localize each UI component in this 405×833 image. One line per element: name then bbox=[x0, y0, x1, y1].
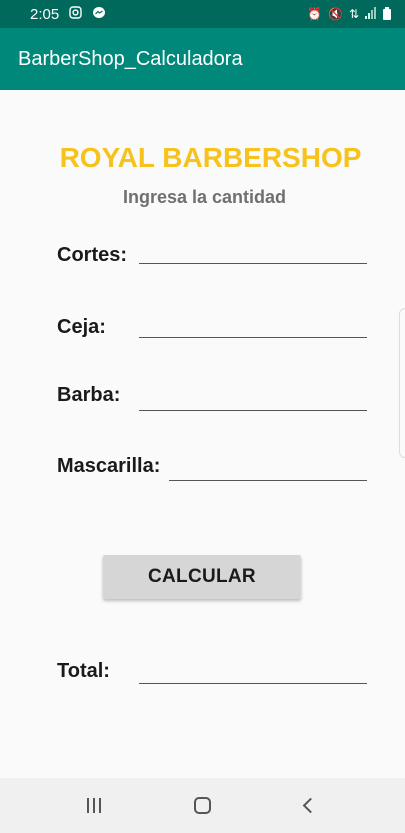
shop-title: ROYAL BARBERSHOP bbox=[59, 142, 362, 173]
instagram-icon bbox=[69, 6, 82, 22]
total-label: Total: bbox=[57, 660, 110, 682]
status-time: 2:05 bbox=[30, 5, 60, 23]
edge-panel-handle[interactable] bbox=[399, 308, 405, 458]
app-bar: BarberShop_Calculadora bbox=[0, 28, 405, 90]
barba-input[interactable] bbox=[139, 385, 367, 411]
barba-label: Barba: bbox=[57, 384, 121, 406]
ceja-label: Ceja: bbox=[57, 316, 106, 338]
total-field bbox=[139, 658, 367, 684]
ceja-input[interactable] bbox=[139, 312, 367, 338]
messenger-icon bbox=[92, 6, 106, 23]
mascarilla-label: Mascarilla: bbox=[57, 455, 161, 477]
app-title: BarberShop_Calculadora bbox=[18, 47, 243, 70]
calcular-button[interactable]: CALCULAR bbox=[103, 555, 301, 599]
alarm-icon: ⏰ bbox=[307, 7, 322, 21]
recents-icon bbox=[74, 798, 114, 813]
back-button[interactable] bbox=[291, 797, 331, 814]
home-icon bbox=[193, 797, 211, 814]
back-icon bbox=[303, 797, 319, 814]
cortes-input[interactable] bbox=[139, 238, 367, 264]
navigation-bar bbox=[0, 778, 405, 833]
signal-icon bbox=[365, 7, 377, 21]
data-icon: ⇅ bbox=[348, 7, 359, 21]
mascarilla-input[interactable] bbox=[169, 455, 367, 481]
instructions-text: Ingresa la cantidad bbox=[122, 187, 287, 207]
status-bar: 2:05 ⏰ 🔇 ⇅ bbox=[0, 0, 405, 28]
cortes-label: Cortes: bbox=[57, 244, 128, 266]
recents-button[interactable] bbox=[74, 798, 114, 813]
battery-icon bbox=[383, 6, 391, 22]
main-content: ROYAL BARBERSHOP Ingresa la cantidad Cor… bbox=[0, 90, 405, 778]
home-button[interactable] bbox=[182, 797, 222, 814]
mute-icon: 🔇 bbox=[327, 7, 343, 21]
